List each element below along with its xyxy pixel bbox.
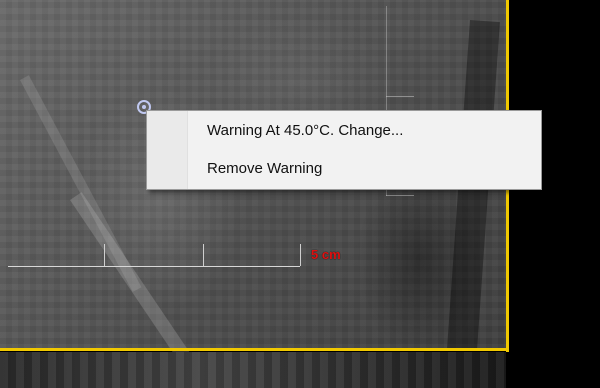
image-viewer: 5 cm Warning At 45.0°C. Change... Remove… bbox=[0, 0, 600, 388]
scale-bar bbox=[8, 266, 300, 267]
scale-bar-label: 5 cm bbox=[311, 247, 341, 262]
image-structure bbox=[70, 192, 194, 366]
context-menu: Warning At 45.0°C. Change... Remove Warn… bbox=[146, 110, 542, 190]
side-panel bbox=[509, 0, 600, 388]
scale-bar-tick bbox=[300, 244, 301, 266]
menu-icon-gutter bbox=[147, 111, 188, 189]
scale-bar-tick bbox=[203, 244, 204, 266]
menu-item-remove-warning[interactable]: Remove Warning bbox=[189, 155, 537, 183]
crosshair-guide-horizontal bbox=[386, 96, 414, 97]
viewport-border-bottom bbox=[0, 348, 509, 351]
scale-bar-tick bbox=[104, 244, 105, 266]
crosshair-guide-horizontal bbox=[386, 195, 414, 196]
lower-viewport[interactable] bbox=[0, 352, 506, 388]
menu-item-change-warning[interactable]: Warning At 45.0°C. Change... bbox=[189, 117, 537, 145]
